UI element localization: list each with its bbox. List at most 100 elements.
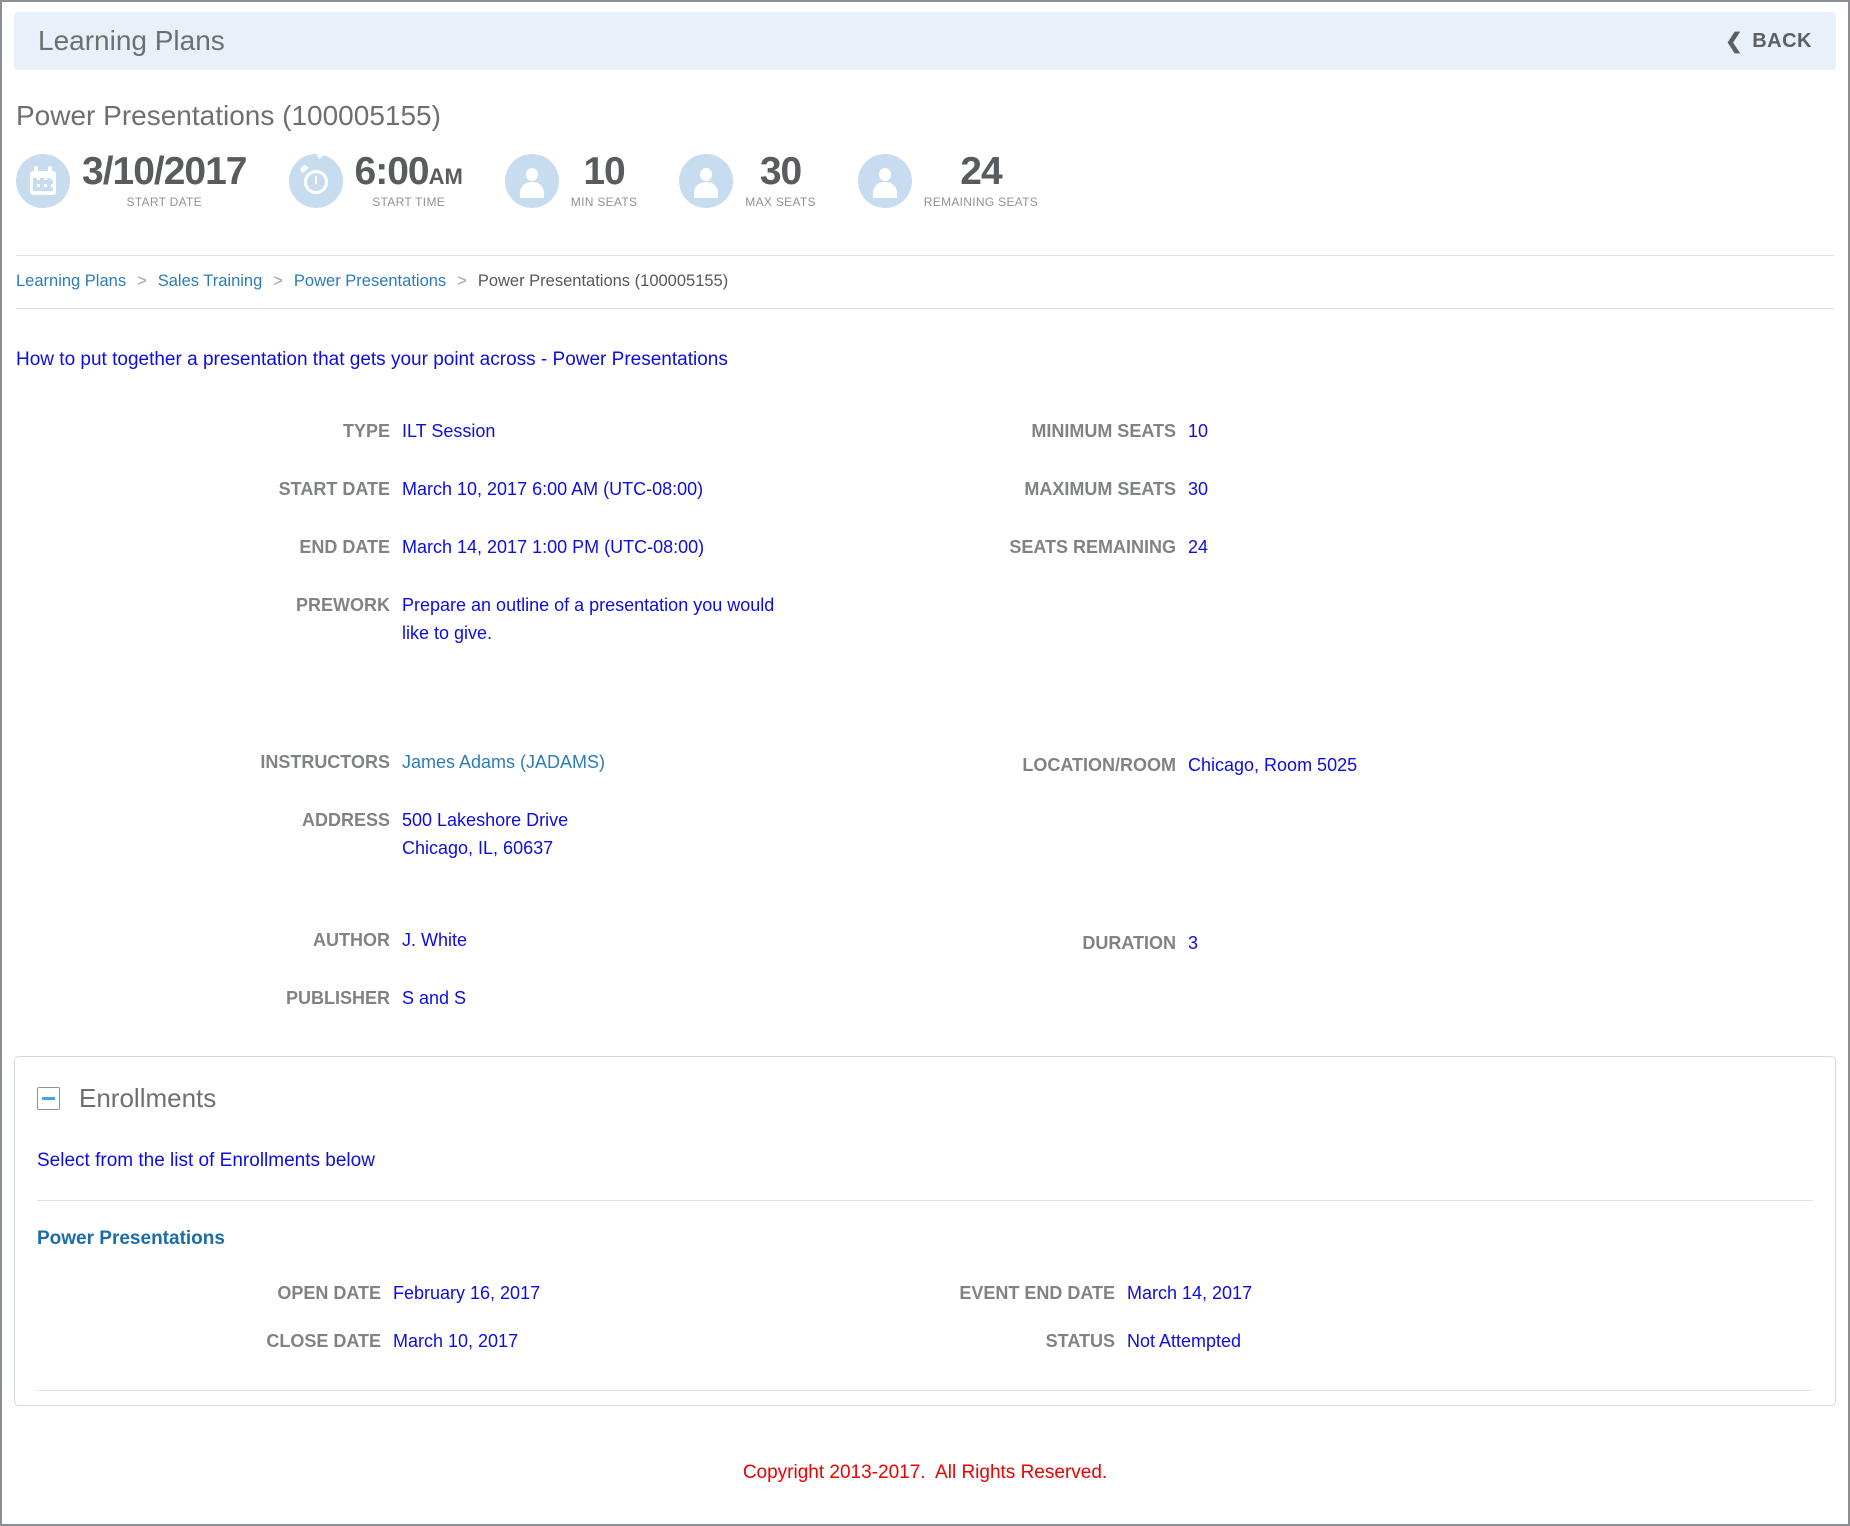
- stat-max-seats-label: MAX SEATS: [745, 195, 816, 209]
- stat-max-seats: 30 MAX SEATS: [679, 152, 816, 209]
- location-room-row: LOCATION/ROOM Chicago, Room 5025: [938, 751, 1834, 779]
- duration-value: 3: [1188, 933, 1199, 953]
- breadcrumb-current: Power Presentations (100005155): [477, 272, 729, 290]
- minus-icon: [42, 1097, 55, 1100]
- stat-start-time-label: START TIME: [372, 195, 446, 209]
- prework-value: Prepare an outline of a presentation you…: [402, 595, 775, 643]
- enrollments-panel: Enrollments Select from the list of Enro…: [14, 1056, 1836, 1406]
- breadcrumb-separator: >: [457, 272, 467, 290]
- copyright-text: Copyright 2013-2017. All Rights Reserved…: [742, 1462, 1108, 1483]
- stat-start-time-value: 6:00AM: [354, 150, 463, 193]
- type-value: ILT Session: [402, 421, 496, 441]
- minimum-seats-label: MINIMUM SEATS: [1031, 421, 1176, 441]
- details-section: TYPE ILT Session START DATE March 10, 20…: [16, 417, 1834, 1042]
- seats-remaining-row: SEATS REMAINING 24: [938, 533, 1834, 561]
- enrollment-left-column: OPEN DATE February 16, 2017 CLOSE DATE M…: [37, 1280, 945, 1376]
- details-left-column: TYPE ILT Session START DATE March 10, 20…: [16, 417, 938, 1042]
- instructors-label: INSTRUCTORS: [260, 752, 390, 772]
- course-description-link[interactable]: How to put together a presentation that …: [16, 349, 728, 371]
- prework-label: PREWORK: [296, 595, 390, 615]
- end-date-value: March 14, 2017 1:00 PM (UTC-08:00): [402, 537, 705, 557]
- type-row: TYPE ILT Session: [16, 417, 938, 445]
- seats-remaining-value: 24: [1188, 537, 1209, 557]
- app-title: Learning Plans: [38, 25, 225, 56]
- breadcrumb-separator: >: [273, 272, 283, 290]
- collapse-button[interactable]: [37, 1087, 60, 1110]
- location-room-label: LOCATION/ROOM: [1022, 755, 1176, 775]
- status-row: STATUS Not Attempted: [945, 1328, 1813, 1354]
- breadcrumb: Learning Plans > Sales Training > Power …: [16, 256, 1834, 308]
- prework-row: PREWORK Prepare an outline of a presenta…: [16, 591, 938, 647]
- breadcrumb-link-power-presentations[interactable]: Power Presentations: [294, 272, 446, 291]
- stat-start-date-label: START DATE: [126, 195, 202, 209]
- am-suffix: AM: [428, 164, 463, 189]
- close-date-row: CLOSE DATE March 10, 2017: [37, 1328, 945, 1354]
- person-icon: [504, 153, 559, 208]
- instructors-row: INSTRUCTORS James Adams (JADAMS): [16, 748, 938, 776]
- divider: [37, 1390, 1813, 1391]
- event-end-date-label: EVENT END DATE: [959, 1283, 1115, 1303]
- stat-remaining-seats-value: 24: [960, 150, 1002, 193]
- minimum-seats-row: MINIMUM SEATS 10: [938, 417, 1834, 445]
- close-date-value: March 10, 2017: [393, 1331, 519, 1351]
- enrollments-header: Enrollments: [37, 1083, 1813, 1114]
- person-icon: [857, 153, 912, 208]
- stat-start-date: 3/10/2017 START DATE: [16, 152, 248, 209]
- maximum-seats-row: MAXIMUM SEATS 30: [938, 475, 1834, 503]
- author-row: AUTHOR J. White: [16, 926, 938, 954]
- instructor-link[interactable]: James Adams (JADAMS): [402, 748, 605, 776]
- stat-start-time: 6:00AM START TIME: [288, 150, 463, 209]
- status-label: STATUS: [1045, 1331, 1115, 1351]
- breadcrumb-separator: >: [137, 272, 147, 290]
- back-button-label: BACK: [1752, 29, 1812, 52]
- address-line1: 500 Lakeshore Drive: [402, 810, 569, 830]
- address-value: 500 Lakeshore Drive Chicago, IL, 60637: [402, 806, 568, 862]
- end-date-row: END DATE March 14, 2017 1:00 PM (UTC-08:…: [16, 533, 938, 561]
- alarm-clock-icon: [288, 153, 343, 208]
- publisher-row: PUBLISHER S and S: [16, 984, 938, 1012]
- seats-remaining-label: SEATS REMAINING: [1009, 537, 1176, 557]
- topbar: Learning Plans ❮ BACK: [14, 12, 1836, 70]
- address-row: ADDRESS 500 Lakeshore Drive Chicago, IL,…: [16, 806, 938, 862]
- status-value: Not Attempted: [1127, 1331, 1242, 1351]
- publisher-label: PUBLISHER: [285, 988, 390, 1008]
- close-date-label: CLOSE DATE: [266, 1331, 381, 1351]
- stat-max-seats-value: 30: [759, 150, 802, 193]
- main-content: Power Presentations (100005155) 3/10/201…: [2, 100, 1848, 1042]
- details-right-column: MINIMUM SEATS 10 MAXIMUM SEATS 30 SEATS …: [938, 417, 1834, 1042]
- breadcrumb-link-learning-plans[interactable]: Learning Plans: [16, 272, 126, 291]
- open-date-value: February 16, 2017: [393, 1283, 541, 1303]
- open-date-row: OPEN DATE February 16, 2017: [37, 1280, 945, 1306]
- stats-row: 3/10/2017 START DATE 6:00AM START TIME 1…: [16, 152, 1834, 209]
- stat-min-seats-value: 10: [583, 150, 625, 193]
- author-label: AUTHOR: [313, 930, 390, 950]
- stat-min-seats: 10 MIN SEATS: [504, 150, 638, 209]
- enrollment-course-link[interactable]: Power Presentations: [37, 1228, 225, 1250]
- stat-remaining-seats: 24 REMAINING SEATS: [857, 150, 1039, 209]
- divider: [16, 308, 1834, 309]
- start-date-label: START DATE: [278, 479, 390, 499]
- chevron-left-icon: ❮: [1725, 29, 1744, 53]
- enrollment-right-column: EVENT END DATE March 14, 2017 STATUS Not…: [945, 1280, 1813, 1376]
- breadcrumb-link-sales-training[interactable]: Sales Training: [158, 272, 263, 291]
- enrollment-details: OPEN DATE February 16, 2017 CLOSE DATE M…: [37, 1280, 1813, 1376]
- stat-min-seats-label: MIN SEATS: [570, 195, 638, 209]
- minimum-seats-value: 10: [1188, 421, 1209, 441]
- publisher-value: S and S: [402, 988, 467, 1008]
- author-value: J. White: [402, 930, 468, 950]
- event-end-date-row: EVENT END DATE March 14, 2017: [945, 1280, 1813, 1306]
- event-end-date-value: March 14, 2017: [1127, 1283, 1253, 1303]
- select-enrollments-link[interactable]: Select from the list of Enrollments belo…: [37, 1150, 375, 1172]
- start-date-row: START DATE March 10, 2017 6:00 AM (UTC-0…: [16, 475, 938, 503]
- duration-label: DURATION: [1082, 933, 1176, 953]
- back-button[interactable]: ❮ BACK: [1725, 30, 1812, 53]
- type-label: TYPE: [342, 421, 390, 441]
- maximum-seats-label: MAXIMUM SEATS: [1024, 479, 1176, 499]
- divider: [37, 1200, 1813, 1201]
- stat-remaining-seats-label: REMAINING SEATS: [923, 195, 1039, 209]
- address-line2: Chicago, IL, 60637: [402, 838, 554, 858]
- enrollments-title: Enrollments: [79, 1083, 217, 1113]
- page-title: Power Presentations (100005155): [16, 100, 441, 131]
- calendar-icon: [16, 153, 70, 208]
- open-date-label: OPEN DATE: [277, 1283, 381, 1303]
